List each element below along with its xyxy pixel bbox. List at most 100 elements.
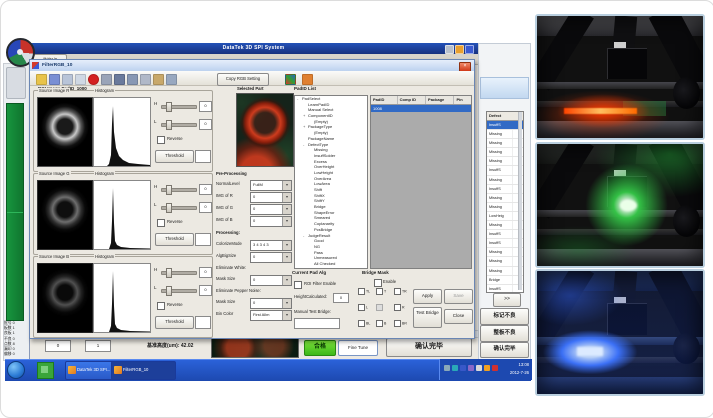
bridge-cell-checkbox[interactable] <box>394 288 401 295</box>
bridge-cell-checkbox[interactable] <box>376 320 383 327</box>
h-slider[interactable] <box>161 185 197 193</box>
copy-rgb-setting-button[interactable]: Copy RGB Setting <box>217 73 269 86</box>
bridge-mask-cell[interactable]: BR <box>394 320 412 336</box>
close-icon[interactable]: × <box>459 62 471 72</box>
status-field-2[interactable]: 1 <box>85 340 111 352</box>
status-field-1[interactable]: 0 <box>45 340 71 352</box>
taskbar-button-filter[interactable]: FilterRGB_10 <box>111 361 176 380</box>
l-value-field[interactable]: 0 <box>199 119 212 130</box>
save-button[interactable]: Save <box>444 289 473 304</box>
bridge-cell-checkbox[interactable] <box>394 304 401 311</box>
mask-size-2-dropdown[interactable]: 0 <box>250 298 292 309</box>
antivirus-icon[interactable] <box>460 365 466 371</box>
bridge-cell-checkbox[interactable] <box>358 304 365 311</box>
bridge-mask-cell[interactable]: TL <box>358 288 376 304</box>
img-g-dropdown[interactable]: 0 <box>250 204 292 215</box>
threshold-value-field[interactable] <box>195 150 211 163</box>
img-b-dropdown[interactable]: 0 <box>250 216 292 227</box>
height-calculated-field[interactable]: 0 <box>333 293 349 303</box>
layers-icon[interactable] <box>127 74 138 85</box>
padid-selected-row[interactable]: 1008 <box>371 105 471 112</box>
reverse-checkbox[interactable] <box>157 136 165 144</box>
reverse-checkbox[interactable] <box>157 219 165 227</box>
bridge-cell-checkbox[interactable] <box>358 288 365 295</box>
display-icon[interactable] <box>452 365 458 371</box>
bridge-enable-checkbox[interactable] <box>374 279 382 287</box>
h-value-field[interactable]: 0 <box>199 184 212 195</box>
h-value-field[interactable]: 0 <box>199 267 212 278</box>
more-button[interactable]: >> <box>493 293 521 307</box>
col-package[interactable]: Package <box>426 96 454 104</box>
bridge-mask-cell[interactable] <box>376 304 394 320</box>
wrench-icon[interactable] <box>166 74 177 85</box>
col-pin[interactable]: Pin <box>454 96 471 104</box>
main-window-titlebar: DataTek 3D SPI System <box>29 43 478 54</box>
l-value-field[interactable]: 0 <box>199 202 212 213</box>
defect-table-scrollbar[interactable] <box>518 112 522 290</box>
bin-color-dropdown[interactable]: First Allm <box>250 310 292 321</box>
record-icon[interactable] <box>88 74 99 85</box>
bridge-mask-cell[interactable]: R <box>394 304 412 320</box>
capture-icon[interactable] <box>114 74 125 85</box>
mark-ng-button[interactable]: 标记不良 <box>480 308 529 325</box>
minimize-button[interactable] <box>445 45 454 54</box>
open-icon[interactable] <box>36 74 47 85</box>
bridge-mask-cell[interactable]: BL <box>358 320 376 336</box>
quick-launch-icon[interactable] <box>37 362 54 379</box>
pass-button[interactable]: 合格 <box>304 340 336 356</box>
bridge-cell-checkbox[interactable] <box>358 320 365 327</box>
l-slider[interactable] <box>161 203 197 211</box>
settings-button[interactable] <box>455 45 464 54</box>
reverse-checkbox[interactable] <box>157 302 165 310</box>
threshold-button[interactable]: Threshold <box>155 316 194 329</box>
manual-test-bridge-field[interactable] <box>294 318 340 329</box>
tree-item[interactable]: All Checked <box>295 261 367 267</box>
threshold-button[interactable]: Threshold <box>155 233 194 246</box>
l-slider[interactable] <box>161 286 197 294</box>
h-slider[interactable] <box>161 102 197 110</box>
volume-icon[interactable] <box>484 365 490 371</box>
edit-icon[interactable] <box>153 74 164 85</box>
start-button[interactable] <box>7 361 25 379</box>
fine-tune-button[interactable]: Fine Tune <box>338 340 378 356</box>
col-compid[interactable]: Comp ID <box>398 96 426 104</box>
threshold-value-field[interactable] <box>195 233 211 246</box>
img-r-dropdown[interactable]: 0 <box>250 192 292 203</box>
l-value-field[interactable]: 0 <box>199 285 212 296</box>
col-padid[interactable]: PadID <box>371 96 398 104</box>
close-button[interactable]: Close <box>444 309 473 324</box>
ime-icon[interactable] <box>468 365 474 371</box>
stats-icon[interactable] <box>140 74 151 85</box>
palette-icon[interactable] <box>285 74 296 85</box>
h-slider[interactable] <box>161 268 197 276</box>
algbigsize-dropdown[interactable]: 0 <box>250 252 292 263</box>
colorizemode-dropdown[interactable]: 3 4 3 4 3 <box>250 240 292 251</box>
bridge-mask-cell[interactable]: T <box>376 288 394 304</box>
bridge-mask-cell[interactable]: TR <box>394 288 412 304</box>
test-bridge-button[interactable]: Test Bridge <box>413 307 442 328</box>
measure-icon[interactable] <box>101 74 112 85</box>
threshold-button[interactable]: Threshold <box>155 150 194 163</box>
confirm-done-button-right[interactable]: 确认完毕 <box>480 342 529 358</box>
bridge-cell-checkbox[interactable] <box>394 320 401 327</box>
maximize-button[interactable] <box>465 45 474 54</box>
grid-icon[interactable] <box>62 74 73 85</box>
l-slider[interactable] <box>161 120 197 128</box>
roi-filter-checkbox[interactable] <box>294 281 302 289</box>
zoom-icon[interactable] <box>75 74 86 85</box>
h-value-field[interactable]: 0 <box>199 101 212 112</box>
board-ng-button[interactable]: 整板不良 <box>480 325 529 342</box>
apply-button[interactable]: Apply <box>413 289 442 304</box>
bridge-mask-cell[interactable]: B <box>376 320 394 336</box>
help-icon[interactable] <box>302 74 313 85</box>
bridge-cell-checkbox[interactable] <box>376 288 383 295</box>
normallevel-dropdown[interactable]: FullM <box>250 180 292 191</box>
network-icon[interactable] <box>444 365 450 371</box>
save-icon[interactable] <box>49 74 60 85</box>
mask-size-1-dropdown[interactable]: 0 <box>250 275 292 286</box>
bridge-cell-checkbox[interactable] <box>376 304 383 311</box>
threshold-value-field[interactable] <box>195 316 211 329</box>
update-icon[interactable] <box>476 365 482 371</box>
bridge-mask-cell[interactable]: L <box>358 304 376 320</box>
confirm-done-button[interactable]: 确认完毕 <box>386 338 472 357</box>
